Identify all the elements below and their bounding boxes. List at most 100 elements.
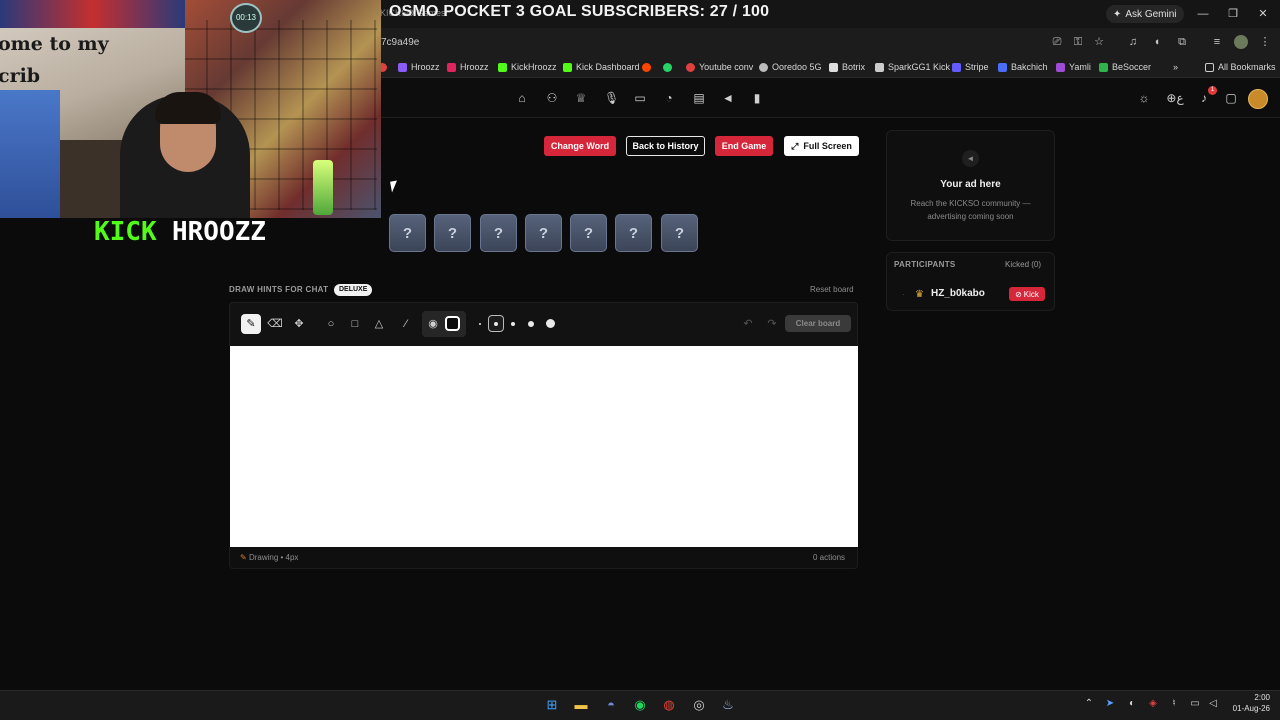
bookmark-item[interactable]: Yamli [1056, 60, 1091, 74]
drawing-canvas[interactable] [230, 346, 858, 547]
draw-footer [229, 547, 858, 569]
gemini-icon: ✦ [1113, 8, 1122, 20]
move-icon[interactable]: ✥ [289, 314, 309, 334]
bookmark-item[interactable]: Ooredoo 5G [759, 60, 822, 74]
bookmark-favicon [686, 62, 695, 72]
draw-hints-heading: DRAW HINTS FOR CHAT [229, 285, 329, 294]
webcam-flag [0, 0, 185, 28]
bookmark-item[interactable]: Hroozz [398, 60, 440, 74]
bookmark-item[interactable]: Botrix [829, 60, 865, 74]
palette-icon[interactable]: ◉ [423, 314, 443, 334]
bookmark-item[interactable]: BeSoccer [1099, 60, 1151, 74]
change-word-button[interactable]: Change Word [544, 136, 616, 156]
tray-mic-icon[interactable]: ♮ [1168, 698, 1180, 710]
avatar[interactable] [1248, 89, 1268, 109]
tray-overflow-icon[interactable]: ⌃ [1083, 698, 1095, 710]
extension-music-icon[interactable]: ♫ [1126, 35, 1140, 49]
bookmark-item[interactable]: KickHroozz [498, 60, 557, 74]
all-bookmarks-label: All Bookmarks [1218, 62, 1276, 72]
end-game-button[interactable]: End Game [715, 136, 773, 156]
full-screen-button[interactable]: ⤢ Full Screen [784, 136, 859, 156]
theme-toggle-icon[interactable]: ☼ [1137, 91, 1151, 105]
reset-board-link[interactable]: Reset board [810, 285, 854, 294]
steam-icon[interactable]: ♨ [719, 696, 737, 714]
bookmark-favicon [875, 62, 884, 72]
redo-icon[interactable]: ↷ [762, 314, 782, 334]
bookmark-item[interactable]: Bakchich [998, 60, 1048, 74]
megaphone-icon[interactable]: ◄ [721, 91, 735, 105]
trophy-icon[interactable]: ♕ [574, 91, 588, 105]
menu-icon[interactable]: ⋮ [1258, 35, 1272, 49]
bookmark-label: Ooredoo 5G [772, 62, 822, 72]
obs-icon[interactable]: ◎ [690, 696, 708, 714]
home-icon[interactable]: ⌂ [515, 91, 529, 105]
discord-icon[interactable]: ◓ [602, 696, 620, 714]
bookmark-item[interactable]: Kick Dashboard [563, 60, 640, 74]
pencil-status-icon: ✎ [240, 553, 249, 562]
network-icon[interactable]: ▭ [1189, 698, 1201, 710]
bookmark-label: Bakchich [1011, 62, 1048, 72]
circle-tool-icon[interactable]: ○ [321, 314, 341, 334]
bottle-icon[interactable]: ▮ [750, 91, 764, 105]
brush-size-md[interactable] [511, 322, 515, 326]
undo-icon[interactable]: ↶ [738, 314, 758, 334]
taskbar-time[interactable]: 2:00 [1246, 693, 1270, 702]
extensions-icon[interactable]: ⧉ [1175, 35, 1189, 49]
media-queue-icon[interactable]: ≡ [1210, 35, 1224, 49]
rectangle-tool-icon[interactable]: □ [345, 314, 365, 334]
color-swatch[interactable] [445, 316, 460, 331]
url-field[interactable]: 7c9a49e [381, 37, 419, 48]
tray-app-icon[interactable]: ➤ [1104, 698, 1116, 710]
brush-size-lg[interactable] [528, 321, 534, 327]
taskbar-date[interactable]: 01-Aug-26 [1228, 704, 1270, 713]
word-tile: ? [434, 214, 471, 252]
document-icon[interactable]: ▤ [692, 91, 706, 105]
back-to-history-button[interactable]: Back to History [626, 136, 705, 156]
language-icon[interactable]: ⊕ع [1164, 91, 1186, 105]
spotify-icon[interactable]: ◉ [631, 696, 649, 714]
brush-size-xs[interactable] [479, 323, 481, 325]
bookmark-item[interactable]: Hroozz [447, 60, 489, 74]
ask-gemini-button[interactable]: ✦ Ask Gemini [1106, 5, 1184, 23]
volume-icon[interactable]: ◁ [1207, 698, 1219, 710]
bookmark-item[interactable]: Youtube conv [686, 60, 753, 74]
bookmark-icon-only[interactable] [642, 60, 651, 74]
bookmark-icon-only[interactable] [663, 60, 672, 74]
chat-icon[interactable]: ▢ [1224, 91, 1238, 105]
triangle-tool-icon[interactable]: △ [369, 314, 389, 334]
chrome-icon[interactable]: ◍ [660, 696, 678, 714]
file-explorer-icon[interactable]: ▬ [572, 696, 590, 714]
deluxe-badge: DELUXE [334, 284, 373, 296]
history-icon[interactable]: ◔ [662, 91, 676, 105]
users-icon[interactable]: ⚇ [545, 91, 559, 105]
bookmark-item[interactable]: Stripe [952, 60, 989, 74]
kicked-count[interactable]: Kicked (0) [1005, 260, 1041, 269]
restore-icon[interactable]: ❐ [1224, 5, 1242, 23]
key-icon[interactable]: ⚿ [1071, 35, 1085, 49]
tray-controller-icon[interactable]: ◐ [1126, 698, 1138, 710]
close-icon[interactable]: ✕ [1254, 5, 1272, 23]
monitor-icon[interactable]: ▭ [633, 91, 647, 105]
line-tool-icon[interactable]: ⁄ [396, 314, 416, 334]
pencil-icon[interactable]: ✎ [241, 314, 261, 334]
extension-audio-icon[interactable]: ◖ [1150, 35, 1164, 49]
profile-icon[interactable] [1234, 35, 1248, 49]
minimize-icon[interactable]: — [1194, 5, 1212, 23]
bookmark-item[interactable]: SparkGG1 Kick [875, 60, 950, 74]
drag-handle-icon[interactable]: · [902, 290, 905, 299]
whatsapp-icon [663, 62, 672, 72]
cast-icon[interactable]: ⎚ [1050, 35, 1064, 49]
windows-start-icon[interactable]: ⊞ [543, 696, 561, 714]
brush-size-xl[interactable] [546, 319, 555, 328]
webcam-person-hair [155, 92, 221, 124]
expand-icon: ⤢ [791, 140, 799, 151]
kick-participant-button[interactable]: ⊘ Kick [1009, 287, 1045, 301]
clear-board-button[interactable]: Clear board [785, 315, 851, 332]
tray-app2-icon[interactable]: ◈ [1147, 698, 1159, 710]
all-bookmarks[interactable]: All Bookmarks [1205, 60, 1276, 74]
bookmarks-overflow-icon[interactable]: » [1173, 60, 1178, 74]
star-icon[interactable]: ☆ [1092, 35, 1106, 49]
microphone-icon[interactable]: 🎙︎ [604, 91, 619, 105]
webcam-jersey [0, 90, 60, 218]
eraser-icon[interactable]: ⌫ [265, 314, 285, 334]
